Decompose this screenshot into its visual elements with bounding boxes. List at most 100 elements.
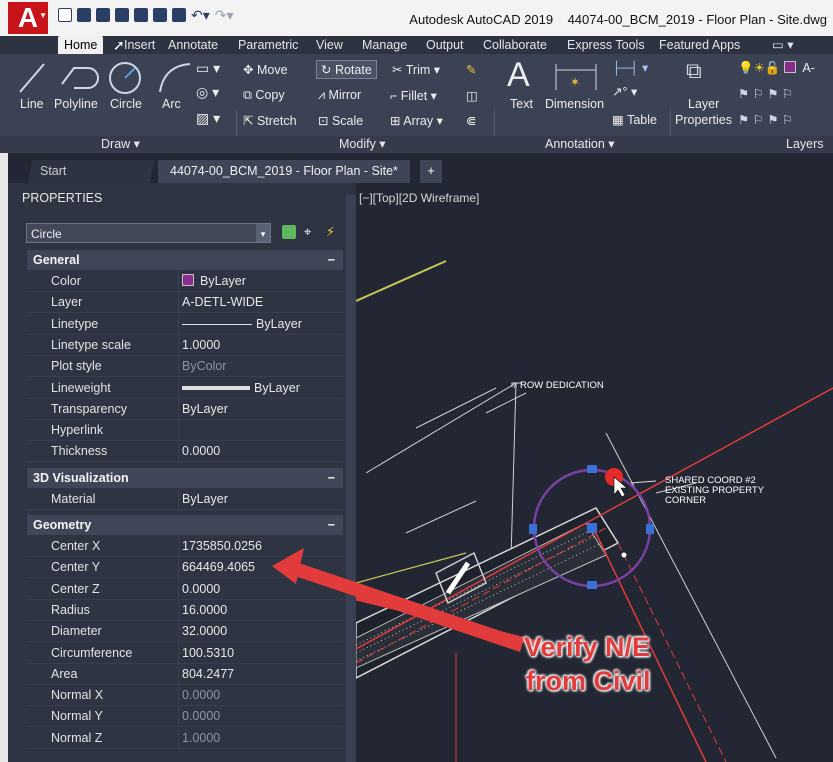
property-row-normal-z[interactable]: Normal Z 1.0000 bbox=[27, 727, 343, 749]
open-web-icon[interactable] bbox=[134, 8, 148, 22]
property-value[interactable]: 32.0000 bbox=[182, 624, 227, 638]
table-button[interactable]: ▦ Table bbox=[612, 112, 657, 127]
trim-button[interactable]: ✂ Trim ▾ bbox=[392, 62, 440, 77]
property-row-linetype[interactable]: Linetype ByLayer bbox=[27, 313, 343, 335]
property-value[interactable]: 0.0000 bbox=[182, 709, 220, 723]
tab-featured-apps[interactable]: Featured Apps bbox=[659, 36, 740, 54]
property-row-thickness[interactable]: Thickness 0.0000 bbox=[27, 441, 343, 463]
tab-collaborate[interactable]: Collaborate bbox=[483, 36, 547, 54]
text-icon[interactable]: A bbox=[507, 56, 530, 95]
dimension-button[interactable]: Dimension bbox=[545, 97, 604, 111]
tab-document[interactable]: 44074-00_BCM_2019 - Floor Plan - Site* × bbox=[158, 160, 410, 201]
property-row-hyperlink[interactable]: Hyperlink bbox=[27, 420, 343, 442]
property-row-center-x[interactable]: Center X 1735850.0256 bbox=[27, 536, 343, 557]
property-value[interactable]: A-DETL-WIDE bbox=[182, 295, 263, 309]
collapse-icon[interactable]: − bbox=[328, 250, 335, 270]
tab-manage[interactable]: Manage bbox=[362, 36, 407, 54]
chevron-down-icon[interactable]: ▾ bbox=[256, 224, 270, 242]
toggle-pickadd-icon[interactable] bbox=[282, 225, 296, 239]
polyline-button[interactable]: Polyline bbox=[54, 97, 98, 111]
property-row-lineweight[interactable]: Lineweight ByLayer bbox=[27, 377, 343, 399]
property-value[interactable]: 100.5310 bbox=[182, 646, 234, 660]
collapse-icon[interactable]: − bbox=[328, 468, 335, 488]
property-value[interactable]: 1.0000 bbox=[182, 731, 220, 745]
new-file-icon[interactable] bbox=[58, 8, 72, 22]
select-objects-icon[interactable]: ⌖ bbox=[304, 225, 318, 239]
property-value[interactable]: 0.0000 bbox=[182, 582, 220, 596]
rectangle-icon[interactable]: ▭ ▾ bbox=[196, 60, 220, 77]
rotate-button[interactable]: ↻ Rotate bbox=[316, 60, 377, 79]
tab-home[interactable]: Home bbox=[58, 36, 104, 54]
property-value[interactable]: ByLayer bbox=[182, 381, 300, 395]
property-row-radius[interactable]: Radius 16.0000 bbox=[27, 599, 343, 621]
property-row-linetype-scale[interactable]: Linetype scale 1.0000 bbox=[27, 334, 343, 356]
tab-insert[interactable]: Insert bbox=[124, 36, 155, 54]
section-geometry[interactable]: Geometry − bbox=[27, 515, 343, 535]
fillet-button[interactable]: ⌐ Fillet ▾ bbox=[390, 88, 437, 103]
object-type-select[interactable]: Circle ▾ bbox=[26, 223, 271, 243]
property-row-layer[interactable]: Layer A-DETL-WIDE bbox=[27, 292, 343, 314]
property-row-circumference[interactable]: Circumference 100.5310 bbox=[27, 642, 343, 664]
collapse-icon[interactable]: − bbox=[328, 515, 335, 535]
plot-icon[interactable] bbox=[172, 8, 186, 22]
property-value[interactable]: 16.0000 bbox=[182, 603, 227, 617]
property-row-plot-style[interactable]: Plot style ByColor bbox=[27, 356, 343, 378]
property-row-normal-y[interactable]: Normal Y 0.0000 bbox=[27, 706, 343, 728]
ribbon-options-icon[interactable]: ▭ ▾ bbox=[772, 36, 794, 54]
leader-icon[interactable]: ↗° ▾ bbox=[612, 84, 637, 99]
layer-dropdown[interactable]: 💡☀🔓 A- bbox=[738, 60, 815, 76]
line-button[interactable]: Line bbox=[20, 97, 44, 111]
layers-panel-title[interactable]: Layers ▾ bbox=[786, 136, 833, 168]
tab-parametric[interactable]: Parametric bbox=[238, 36, 298, 54]
tab-express-tools[interactable]: Express Tools bbox=[567, 36, 645, 54]
property-value[interactable]: 0.0000 bbox=[182, 444, 220, 458]
linear-dim-icon[interactable]: ├─┤ ▾ bbox=[612, 60, 648, 75]
ellipse-icon[interactable]: ◎ ▾ bbox=[196, 84, 219, 101]
redo-icon[interactable]: ↷▾ bbox=[215, 8, 234, 22]
property-row-center-y[interactable]: Center Y 664469.4065 bbox=[27, 557, 343, 579]
tab-view[interactable]: View bbox=[316, 36, 343, 54]
property-value[interactable]: ByLayer bbox=[182, 274, 246, 288]
property-row-color[interactable]: Color ByLayer bbox=[27, 271, 343, 292]
dimension-icon[interactable]: ✶ bbox=[552, 60, 602, 94]
property-value[interactable]: 1.0000 bbox=[182, 338, 220, 352]
tab-annotate[interactable]: Annotate bbox=[168, 36, 218, 54]
quick-select-icon[interactable]: ⚡ bbox=[326, 225, 340, 239]
copy-button[interactable]: ⧉ Copy bbox=[243, 88, 285, 103]
property-value[interactable]: 664469.4065 bbox=[182, 560, 255, 574]
stretch-button[interactable]: ⇱ Stretch bbox=[243, 113, 297, 128]
layer-properties-button[interactable]: Layer bbox=[688, 97, 719, 111]
property-value[interactable]: ByLayer bbox=[182, 402, 228, 416]
property-row-area[interactable]: Area 804.2477 bbox=[27, 663, 343, 685]
application-menu-button[interactable]: A ▼ bbox=[8, 2, 48, 34]
layer-properties-icon[interactable]: ⧉ bbox=[686, 58, 702, 84]
offset-icon[interactable]: ⋐ bbox=[466, 113, 476, 128]
mirror-button[interactable]: ⩘ Mirror bbox=[318, 88, 361, 103]
property-row-diameter[interactable]: Diameter 32.0000 bbox=[27, 621, 343, 643]
property-row-transparency[interactable]: Transparency ByLayer bbox=[27, 398, 343, 420]
property-row-center-z[interactable]: Center Z 0.0000 bbox=[27, 578, 343, 600]
array-button[interactable]: ⊞ Array ▾ bbox=[390, 113, 443, 128]
text-button[interactable]: Text bbox=[510, 97, 533, 111]
save-icon[interactable] bbox=[96, 8, 110, 22]
property-value[interactable]: ByColor bbox=[182, 359, 226, 373]
annotation-panel-title[interactable]: Annotation ▾ bbox=[545, 136, 615, 153]
property-value[interactable]: 1735850.0256 bbox=[182, 539, 262, 553]
arc-button[interactable]: Arc bbox=[162, 97, 181, 111]
palette-scrollbar[interactable] bbox=[346, 195, 356, 762]
property-value[interactable]: ByLayer bbox=[182, 492, 228, 506]
section-general[interactable]: General − bbox=[27, 250, 343, 270]
property-value[interactable]: ByLayer bbox=[182, 317, 302, 331]
new-tab-button[interactable]: + bbox=[420, 160, 442, 183]
open-folder-icon[interactable] bbox=[77, 8, 91, 22]
modify-panel-title[interactable]: Modify ▾ bbox=[339, 136, 386, 153]
move-button[interactable]: ✥ Move bbox=[243, 62, 288, 77]
tab-start[interactable]: Start bbox=[27, 160, 155, 183]
property-value[interactable]: 804.2477 bbox=[182, 667, 234, 681]
draw-panel-title[interactable]: Draw ▾ bbox=[101, 136, 140, 153]
property-row-normal-x[interactable]: Normal X 0.0000 bbox=[27, 685, 343, 707]
save-web-icon[interactable] bbox=[153, 8, 167, 22]
circle-button[interactable]: Circle bbox=[110, 97, 142, 111]
layer-tools-row2-icons[interactable]: ⚑ ⚐ ⚑ ⚐ bbox=[738, 112, 793, 127]
layer-tools-row1-icons[interactable]: ⚑ ⚐ ⚑ ⚐ bbox=[738, 86, 793, 101]
